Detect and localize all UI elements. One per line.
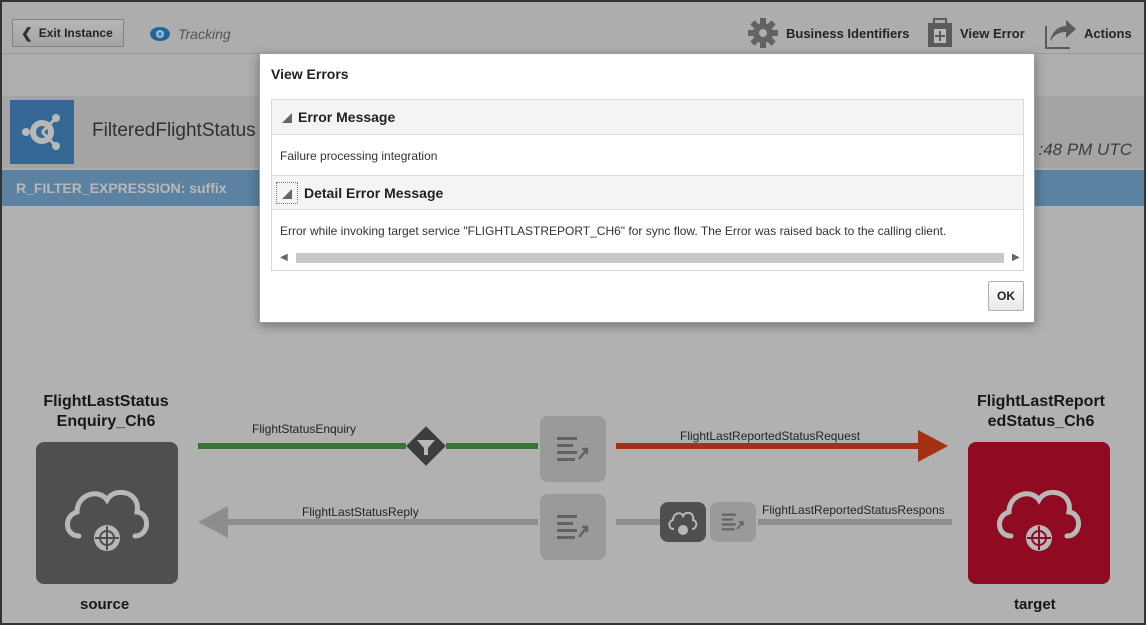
dialog-body: Error Message Failure processing integra… [271,99,1024,271]
collapse-triangle-icon [282,113,292,123]
scrollbar-thumb[interactable] [296,253,1004,263]
view-errors-dialog: View Errors Error Message Failure proces… [259,53,1035,323]
horizontal-scrollbar[interactable]: ◀ ▶ [272,250,1023,266]
collapse-triangle-icon [282,188,292,199]
app-frame: ❮ Exit Instance Tracking Business Identi… [0,0,1146,625]
detail-error-heading: Detail Error Message [304,184,444,201]
scroll-right-icon[interactable]: ▶ [1012,252,1020,263]
dialog-title: View Errors [271,66,349,82]
error-message-section-header[interactable]: Error Message [272,100,1023,135]
error-message-heading: Error Message [298,109,396,125]
scroll-left-icon[interactable]: ◀ [280,252,288,263]
detail-error-text: Error while invoking target service "FLI… [280,224,947,238]
collapse-toggle[interactable] [276,181,298,204]
error-message-text: Failure processing integration [280,149,438,163]
ok-button[interactable]: OK [988,281,1024,311]
detail-error-section-header[interactable]: Detail Error Message [272,175,1023,210]
